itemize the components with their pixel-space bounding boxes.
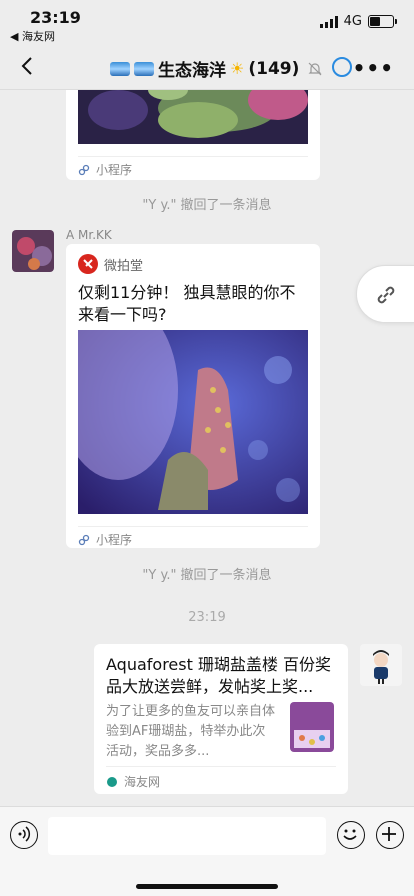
status-bar: 23:19 ◀ 海友网 4G xyxy=(0,0,414,44)
group-name: 生态海洋 xyxy=(158,61,226,81)
voice-icon xyxy=(18,826,31,842)
network-label: 4G xyxy=(343,14,362,29)
link-card[interactable]: Aquaforest 珊瑚盐盖楼 百份奖品大放送尝鲜，发帖奖上奖... 为了让更… xyxy=(94,644,348,794)
wave-emoji-icon xyxy=(134,61,154,76)
link-card-title: Aquaforest 珊瑚盐盖楼 百份奖品大放送尝鲜，发帖奖上奖... xyxy=(106,655,332,696)
mini-program-icon xyxy=(78,534,90,545)
battery-level xyxy=(370,17,380,26)
product-thumbnail xyxy=(290,702,334,752)
floating-link-button[interactable] xyxy=(356,265,414,323)
timestamp: 23:19 xyxy=(188,610,226,625)
nav-bar: 生态海洋 ☀ (149) ••• xyxy=(0,44,414,90)
avatar-image xyxy=(360,644,402,686)
avatar[interactable] xyxy=(360,644,402,686)
back-to-app-link[interactable]: ◀ 海友网 xyxy=(10,28,55,44)
message-input[interactable] xyxy=(48,817,326,855)
emoji-button[interactable] xyxy=(337,821,365,849)
member-count: (149) xyxy=(248,58,300,79)
emoji-icon xyxy=(343,829,357,840)
avatar-image xyxy=(12,230,54,272)
status-circle-icon[interactable] xyxy=(332,57,352,77)
mini-program-footer: 小程序 xyxy=(78,526,308,548)
mini-program-icon xyxy=(78,164,90,175)
signal-icon xyxy=(319,15,338,28)
coral-photo xyxy=(78,330,308,514)
link-icon xyxy=(377,286,395,304)
status-time: 23:19 xyxy=(30,8,81,27)
mini-program-footer: 小程序 xyxy=(78,156,308,178)
voice-button[interactable] xyxy=(10,821,38,849)
chat-title: 生态海洋 ☀ (149) xyxy=(110,56,323,81)
haiyouwang-logo-icon xyxy=(107,776,117,787)
avatar[interactable] xyxy=(12,230,54,272)
link-card-footer: 海友网 xyxy=(106,766,336,790)
card-title: 仅剩11分钟！ 独具慧眼的你不来看一下吗? xyxy=(78,283,296,324)
plus-icon xyxy=(382,827,396,841)
coral-image xyxy=(78,90,308,144)
input-bar xyxy=(0,806,414,896)
mute-bell-icon xyxy=(308,62,322,75)
weipaitang-logo-icon xyxy=(78,254,98,274)
recall-notice: "Y y." 撤回了一条消息 xyxy=(142,568,272,583)
battery-icon xyxy=(368,15,397,28)
wave-emoji-icon xyxy=(110,61,130,76)
card-source: 微拍堂 xyxy=(78,254,143,274)
sun-emoji-icon: ☀ xyxy=(230,59,245,78)
chat-area[interactable]: 小程序 "Y y." 撤回了一条消息 A Mr.KK 微拍堂 仅剩11分钟！ 独… xyxy=(0,90,414,806)
add-button[interactable] xyxy=(376,821,404,849)
status-indicators: 4G xyxy=(319,14,397,29)
back-chevron-icon[interactable] xyxy=(16,54,40,78)
mini-program-card[interactable]: 小程序 xyxy=(66,90,320,180)
recall-notice: "Y y." 撤回了一条消息 xyxy=(142,198,272,213)
sender-name: A Mr.KK xyxy=(66,228,112,242)
link-card-desc: 为了让更多的鱼友可以亲自体验到AF珊瑚盐，特举办此次活动，奖品多多... xyxy=(106,704,276,759)
more-icon[interactable]: ••• xyxy=(353,56,394,80)
home-indicator xyxy=(136,884,278,889)
mini-program-card[interactable]: 微拍堂 仅剩11分钟！ 独具慧眼的你不来看一下吗? 小程序 xyxy=(66,244,320,548)
